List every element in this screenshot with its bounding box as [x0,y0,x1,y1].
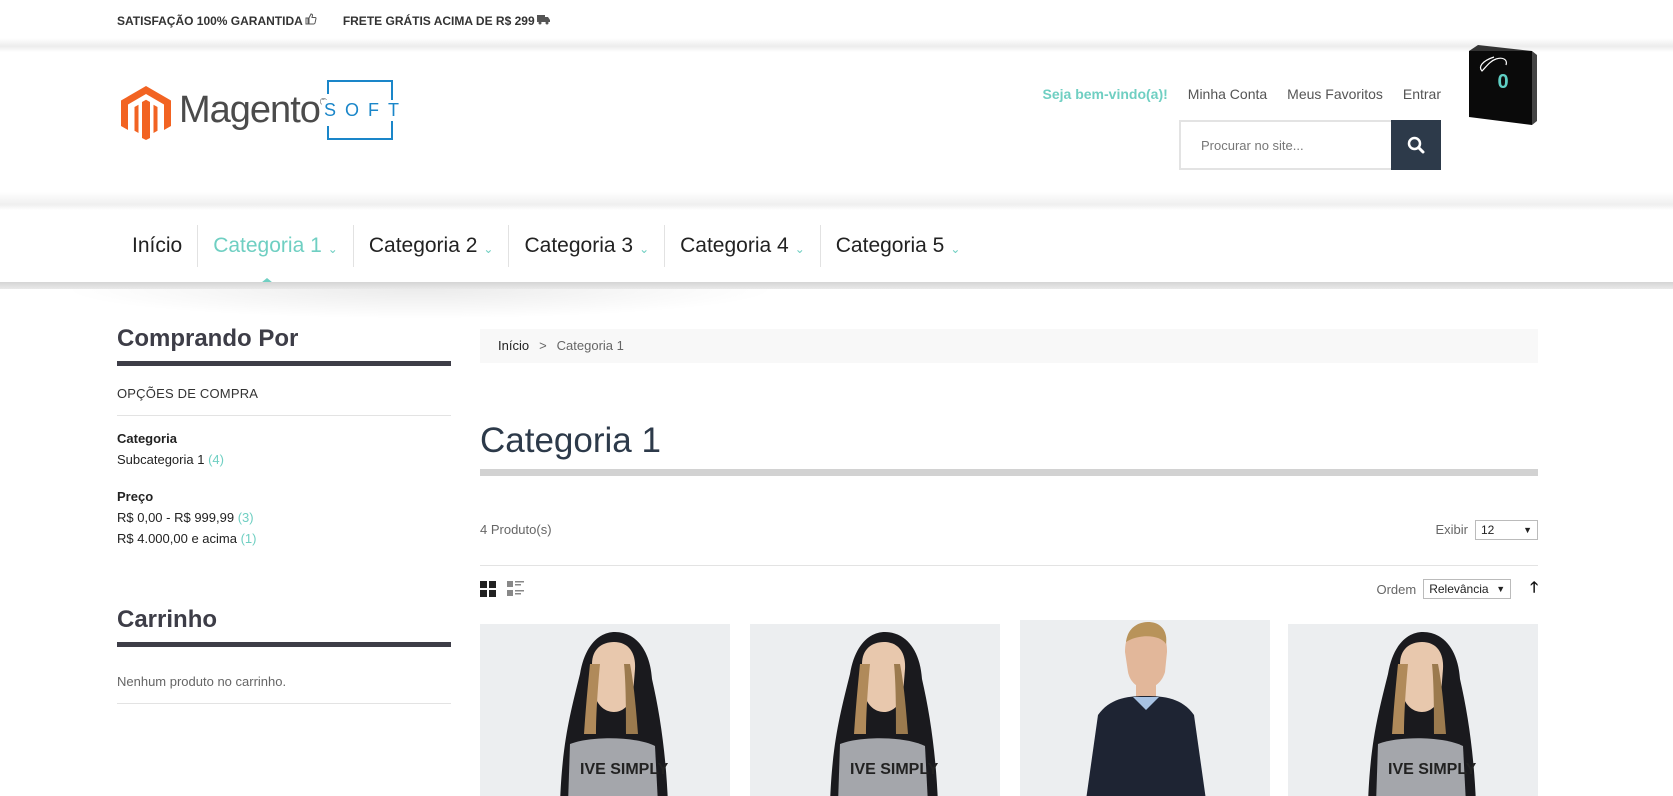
top-bar-shadow [0,38,1673,52]
svg-text:IVE SIMPLY: IVE SIMPLY [850,761,939,778]
limiter: Exibir 12 ▼ [1435,519,1538,540]
product-item-4[interactable]: IVE SIMPLY [1288,624,1538,796]
header-shadow [0,192,1673,210]
nav-item-categoria-4[interactable]: Categoria 4 ⌄ [664,225,820,267]
breadcrumb-separator: > [539,338,547,353]
free-shipping-notice: FRETE GRÁTIS ACIMA DE R$ 299 [343,13,550,28]
cart-count: 0 [1497,71,1509,93]
site-header: Magento® SOFT Seja bem-vindo(a)! Minha C… [0,45,1673,202]
my-account-link[interactable]: Minha Conta [1188,86,1267,102]
main-content: Início > Categoria 1 Categoria 1 4 Produ… [480,329,1538,604]
logo-wordmark: Magento® [179,89,327,131]
sidebar: Comprando Por OPÇÕES DE COMPRA Categoria… [117,325,451,704]
chevron-down-icon: ⌄ [950,242,961,256]
woman-hoodie-image: IVE SIMPLY [560,632,669,796]
sorter-label: Ordem [1376,581,1417,597]
magento-soft-logo[interactable]: Magento® SOFT [120,80,410,142]
product-item-1[interactable]: IVE SIMPLY [480,624,730,796]
breadcrumb-current: Categoria 1 [556,338,624,353]
chevron-down-icon: ⌄ [327,242,338,256]
filter-count: (3) [237,510,254,525]
product-item-3[interactable] [1020,620,1270,796]
filter-count: (4) [208,452,224,467]
shop-by-title: Comprando Por [117,325,451,366]
view-sort-toolbar: Ordem Relevância ▼ 🡑 [480,574,1538,604]
sidebar-cart-block: Carrinho Nenhum produto no carrinho. [117,606,451,704]
limiter-label: Exibir [1435,522,1468,537]
filter-option-subcategoria-1[interactable]: Subcategoria 1 (4) [117,452,451,467]
filter-category-title: Categoria [117,431,177,446]
search-button[interactable] [1391,120,1441,170]
product-grid: IVE SIMPLY IVE SIMPLY IVE SIMPLY [480,620,1538,796]
search-input[interactable] [1179,120,1391,170]
filter-option-price-range-1[interactable]: R$ 0,00 - R$ 999,99 (3) [117,510,451,525]
man-sweater-image [1086,622,1206,796]
arrow-up-icon[interactable]: 🡑 [1530,577,1538,602]
sorter-select[interactable]: Relevância ▼ [1423,579,1512,599]
filter-option-price-range-2[interactable]: R$ 4.000,00 e acima (1) [117,531,451,546]
svg-text:IVE SIMPLY: IVE SIMPLY [580,761,669,778]
dropdown-arrow-icon: ▼ [1496,584,1506,594]
nav-divider [0,282,1673,289]
main-navigation: Início Categoria 1 ⌄ Categoria 2 ⌄ Categor… [0,210,1673,287]
grid-view-icon[interactable] [480,580,497,598]
breadcrumb-home[interactable]: Início [498,338,529,354]
guarantee-notice: SATISFAÇÃO 100% GARANTIDA [117,13,317,28]
truck-icon [536,14,550,28]
nav-item-categoria-3[interactable]: Categoria 3 ⌄ [508,225,664,267]
sorter: Ordem Relevância ▼ 🡑 [1376,577,1538,602]
chevron-down-icon: ⌄ [639,242,650,256]
cart-empty-message: Nenhum produto no carrinho. [117,647,451,704]
limiter-select[interactable]: 12 ▼ [1475,519,1538,540]
chevron-down-icon: ⌄ [483,242,494,256]
woman-hoodie-image: IVE SIMPLY [1368,632,1477,796]
product-item-2[interactable]: IVE SIMPLY [750,624,1000,796]
dropdown-arrow-icon: ▼ [1523,524,1532,535]
list-view-icon[interactable] [507,580,525,598]
nav-item-inicio[interactable]: Início [117,225,197,267]
product-count: 4 Produto(s) [480,522,552,537]
view-modes [480,580,525,598]
svg-text:IVE SIMPLY: IVE SIMPLY [1388,761,1477,778]
products-toolbar: 4 Produto(s) Exibir 12 ▼ [480,516,1538,566]
mini-cart[interactable]: 0 [1468,45,1538,127]
nav-item-categoria-2[interactable]: Categoria 2 ⌄ [352,225,509,267]
search-icon [1407,136,1425,154]
search-form [1179,120,1441,170]
logo-soft-text: SOFT [322,100,410,121]
account-links: Seja bem-vindo(a)! Minha Conta Meus Favo… [1043,86,1441,102]
nav-item-categoria-1[interactable]: Categoria 1 ⌄ [197,225,353,267]
woman-hoodie-image: IVE SIMPLY [830,632,939,796]
magento-logo-icon [121,86,171,140]
filter-count: (1) [240,531,257,546]
thumbs-up-icon [305,13,317,28]
breadcrumb: Início > Categoria 1 [480,329,1538,363]
nav-item-categoria-5[interactable]: Categoria 5 ⌄ [819,225,976,267]
wishlist-link[interactable]: Meus Favoritos [1287,86,1383,102]
filter-price-title: Preço [117,489,154,504]
sign-in-link[interactable]: Entrar [1403,86,1441,102]
nav-shadow [60,289,780,319]
chevron-down-icon: ⌄ [794,242,805,256]
welcome-message: Seja bem-vindo(a)! [1042,86,1168,102]
page-title: Categoria 1 [480,421,1538,476]
shopping-options-subtitle: OPÇÕES DE COMPRA [117,366,451,416]
cart-title: Carrinho [117,606,451,647]
